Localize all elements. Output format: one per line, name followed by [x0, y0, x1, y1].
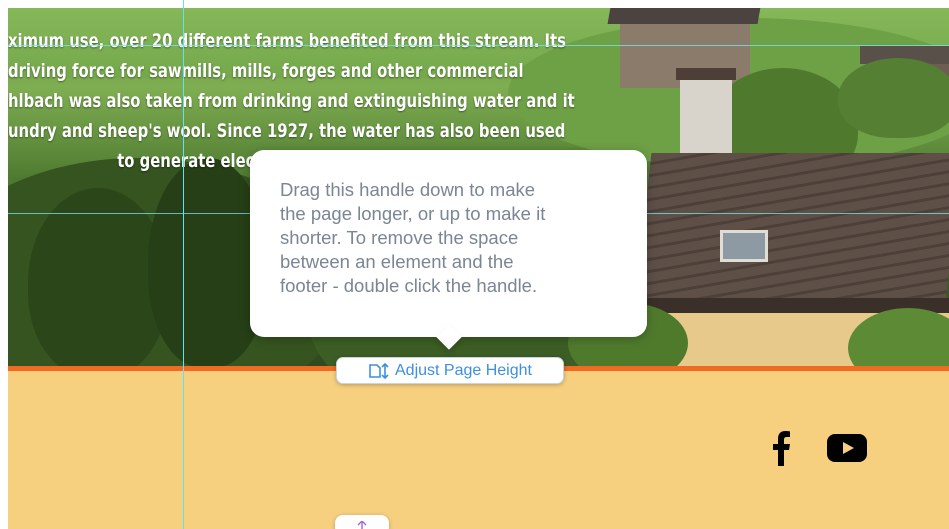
page-height-tooltip: Drag this handle down to make the page l…	[250, 150, 647, 337]
adjust-page-height-label: Adjust Page Height	[395, 361, 532, 379]
tree-shape	[838, 58, 949, 138]
paragraph-line: hlbach was also taken from drinking and …	[8, 90, 575, 112]
house-roof	[634, 153, 949, 313]
horizontal-guide-line	[8, 45, 949, 46]
paragraph-line: ximum use, over 20 different farms benef…	[8, 30, 566, 52]
page-height-icon	[368, 362, 390, 379]
editor-canvas: ximum use, over 20 different farms benef…	[0, 0, 949, 529]
facebook-icon[interactable]	[770, 430, 792, 466]
paragraph-line: driving force for sawmills, mills, forge…	[8, 60, 524, 82]
drag-handle-icon	[355, 520, 369, 529]
adjust-page-height-handle[interactable]: Adjust Page Height	[336, 357, 564, 384]
tooltip-text: Drag this handle down to make the page l…	[280, 179, 546, 296]
roof-window	[720, 230, 768, 262]
youtube-icon[interactable]	[827, 434, 867, 462]
footer-drag-handle[interactable]	[335, 515, 389, 529]
tree-shape	[28, 188, 168, 366]
paragraph-line: undry and sheep's wool. Since 1927, the …	[8, 120, 566, 142]
footer[interactable]	[8, 371, 949, 529]
vertical-guide-line	[183, 0, 184, 529]
